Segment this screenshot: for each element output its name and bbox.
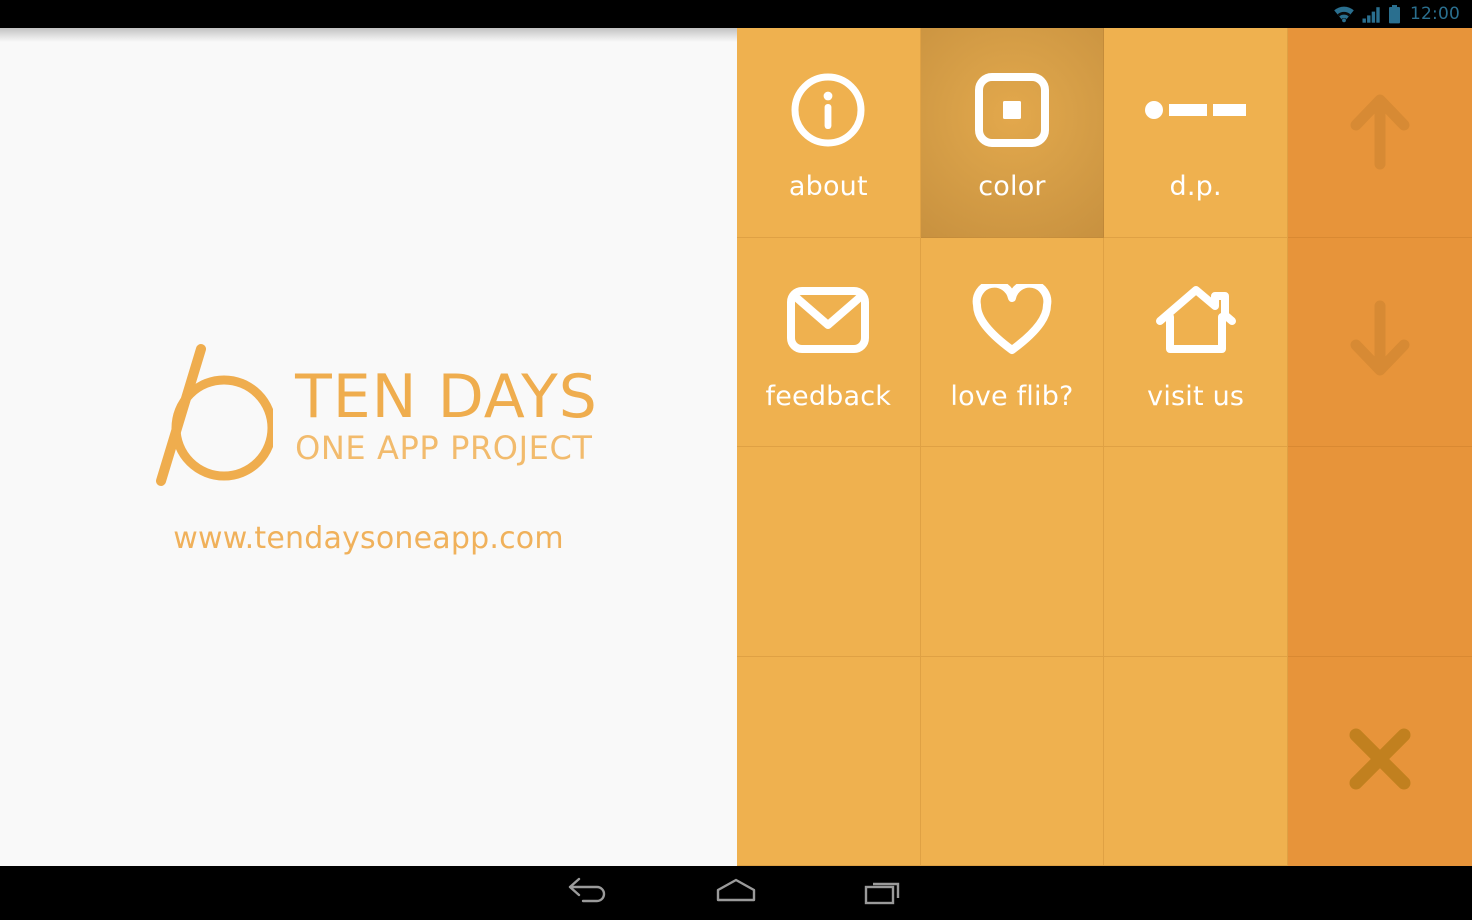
menu-tile-label: color <box>978 171 1046 203</box>
menu-tile-empty[interactable] <box>737 447 921 657</box>
menu-tile-empty[interactable] <box>737 656 921 866</box>
menu-tile-visit-us[interactable]: visit us <box>1104 237 1288 447</box>
menu-tile-love-flib[interactable]: love flib? <box>920 237 1105 447</box>
menu-tile-about[interactable]: about <box>737 28 921 238</box>
menu-tile-label: love flib? <box>950 380 1074 412</box>
side-spacer-cell <box>1288 447 1472 657</box>
cellular-signal-icon <box>1362 6 1381 23</box>
menu-tile-label: about <box>788 171 868 203</box>
house-icon <box>1155 272 1237 368</box>
menu-tile-color[interactable]: color <box>920 28 1105 238</box>
logo-subtitle: ONE APP PROJECT <box>295 428 593 467</box>
wifi-icon <box>1333 6 1355 23</box>
close-menu-button[interactable] <box>1288 657 1472 867</box>
nav-back-button[interactable] <box>514 866 662 920</box>
logo-wordmark: TEN DAYS ONE APP PROJECT <box>295 366 598 468</box>
nav-recents-button[interactable] <box>810 866 958 920</box>
info-circle-icon <box>789 62 867 158</box>
menu-tile-dp[interactable]: d.p. <box>1104 28 1288 238</box>
color-square-icon <box>973 62 1051 158</box>
menu-tile-label: d.p. <box>1169 171 1222 203</box>
logo-mark-row: TEN DAYS ONE APP PROJECT <box>131 339 598 495</box>
arrow-down-icon <box>1344 300 1416 384</box>
nav-home-button[interactable] <box>662 866 810 920</box>
back-arrow-icon <box>567 876 609 910</box>
menu-grid-panel: about color d.p. feedback love flib? vis… <box>737 28 1288 866</box>
heart-icon <box>972 272 1052 368</box>
content-area: TEN DAYS ONE APP PROJECT www.tendaysonea… <box>0 28 1472 866</box>
battery-icon <box>1388 4 1401 24</box>
menu-tile-empty[interactable] <box>920 656 1105 866</box>
home-pentagon-icon <box>713 876 759 910</box>
device-screen: 12:00 TEN DAYS ONE APP PROJECT www.tenda… <box>0 0 1472 920</box>
dot-dash-icon <box>1144 62 1247 158</box>
close-x-icon <box>1347 726 1413 796</box>
status-bar-clock: 12:00 <box>1410 4 1460 24</box>
logo-title: TEN DAYS <box>295 361 598 432</box>
status-bar: 12:00 <box>0 0 1472 28</box>
logo-url: www.tendaysoneapp.com <box>173 520 564 556</box>
recent-apps-icon <box>863 876 905 910</box>
menu-tile-feedback[interactable]: feedback <box>737 237 921 447</box>
scroll-up-button[interactable] <box>1288 28 1472 238</box>
app-logo: TEN DAYS ONE APP PROJECT www.tendaysonea… <box>0 28 737 866</box>
arrow-up-icon <box>1344 90 1416 174</box>
ten-slash-zero-logo-icon <box>131 339 277 495</box>
menu-tile-empty[interactable] <box>920 447 1105 657</box>
menu-tile-label: visit us <box>1147 380 1245 412</box>
scroll-down-button[interactable] <box>1288 238 1472 447</box>
envelope-icon <box>787 272 870 368</box>
menu-tile-empty[interactable] <box>1104 656 1288 866</box>
left-content-panel: TEN DAYS ONE APP PROJECT www.tendaysonea… <box>0 28 737 866</box>
menu-tile-empty[interactable] <box>1104 447 1288 657</box>
menu-side-controls <box>1288 28 1472 866</box>
menu-tile-label: feedback <box>765 380 892 412</box>
android-navigation-bar <box>0 866 1472 920</box>
